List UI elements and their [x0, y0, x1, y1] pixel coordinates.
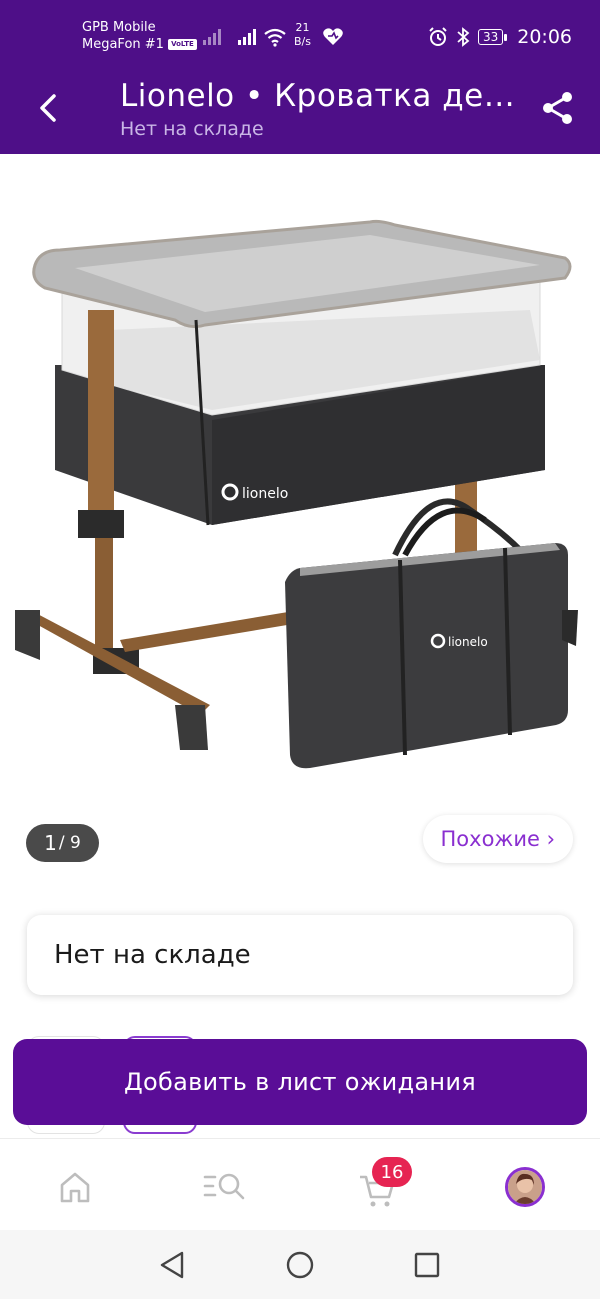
nav-home[interactable] — [53, 1167, 97, 1207]
crib-front-leg — [88, 310, 114, 525]
product-image[interactable]: lionelo lionelo — [0, 170, 600, 790]
system-navigation-bar — [0, 1230, 600, 1299]
bag-side-wheel — [562, 610, 578, 646]
back-button[interactable] — [26, 86, 70, 130]
recents-square-icon — [414, 1252, 440, 1278]
similar-products-button[interactable]: Похожие › — [422, 815, 573, 863]
crib-wheel — [175, 705, 208, 750]
battery-indicator: 33 — [477, 29, 508, 45]
carrier-line-1: GPB Mobile — [82, 20, 156, 35]
signal-icon — [238, 29, 256, 45]
status-right: 33 20:06 — [428, 26, 572, 48]
crib-leg-clamp — [78, 510, 124, 538]
bottom-navigation: 16 — [0, 1138, 600, 1230]
back-arrow-icon — [40, 94, 56, 122]
crib-base-bar-back — [120, 610, 305, 652]
nav-catalog[interactable] — [203, 1167, 247, 1207]
stock-status-card: Нет на складе — [27, 915, 573, 995]
stock-status-text: Нет на складе — [54, 940, 251, 970]
bag-brand-text: lionelo — [448, 635, 488, 649]
page-subtitle: Нет на складе — [120, 118, 264, 140]
bag-body — [285, 543, 568, 769]
volte-badge: VoLTE — [168, 39, 197, 50]
home-icon — [60, 1172, 90, 1203]
speed-unit: B/s — [294, 35, 311, 48]
crib-brand-text: lionelo — [242, 486, 288, 502]
add-to-waitlist-button[interactable]: Добавить в лист ожидания — [13, 1039, 587, 1125]
home-circle-icon — [286, 1251, 314, 1279]
gallery-current: 1 — [44, 831, 57, 855]
profile-avatar[interactable] — [505, 1167, 545, 1207]
crib-foot-left — [15, 610, 40, 660]
avatar-photo — [508, 1170, 542, 1204]
gallery-counter: 1 / 9 — [26, 824, 99, 862]
carrier-info: GPB Mobile MegaFon #1 VoLTE — [82, 19, 197, 53]
app-bar: Lionelo • Кроватка детская приставная Не… — [0, 62, 600, 154]
gallery-total: / 9 — [58, 833, 81, 853]
back-triangle-icon — [160, 1251, 184, 1279]
status-bar: GPB Mobile MegaFon #1 VoLTE 21 B/s 33 20… — [0, 0, 600, 62]
carrier-line-2: MegaFon #1 — [82, 37, 164, 52]
alarm-icon — [429, 27, 447, 46]
share-icon — [543, 92, 572, 124]
speed-value: 21 — [295, 21, 310, 34]
network-speed: 21 B/s — [294, 21, 311, 49]
system-home-button[interactable] — [283, 1248, 317, 1282]
add-to-waitlist-label: Добавить в лист ожидания — [123, 1068, 477, 1096]
page-title: Lionelo • Кроватка детская приставная — [120, 78, 516, 114]
wifi-icon — [264, 28, 286, 47]
system-back-button[interactable] — [155, 1248, 189, 1282]
crib-base-bar-left — [20, 610, 210, 715]
share-button[interactable] — [536, 86, 580, 130]
system-recents-button[interactable] — [410, 1248, 444, 1282]
bluetooth-icon — [457, 27, 470, 47]
cart-count-badge: 16 — [372, 1157, 412, 1187]
signal-weak-icon — [203, 29, 221, 45]
catalog-search-icon — [203, 1173, 245, 1200]
clock: 20:06 — [517, 26, 572, 48]
heart-icon — [323, 28, 343, 45]
